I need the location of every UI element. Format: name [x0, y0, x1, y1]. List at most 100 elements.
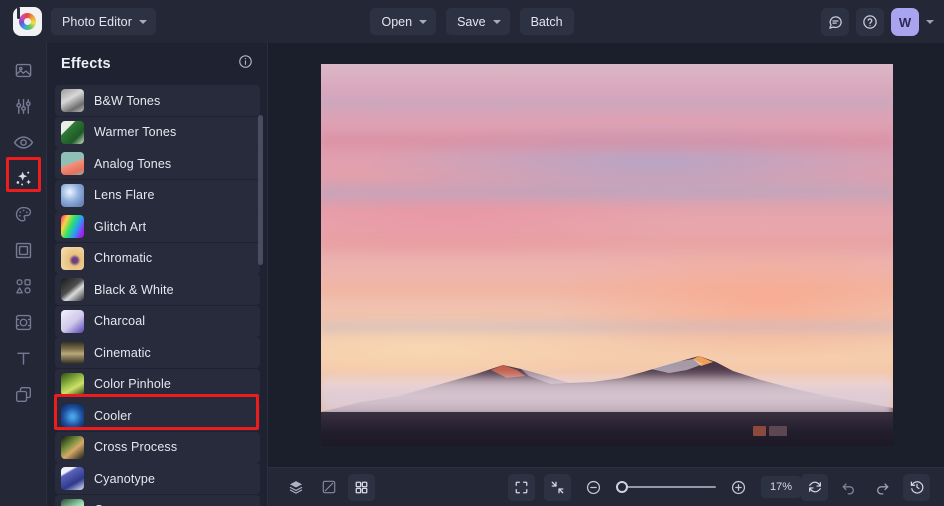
rail-item-overlays[interactable]: [0, 304, 47, 340]
cinematic-film-thumb: [61, 341, 84, 364]
effect-row-grunge[interactable]: Grunge: [55, 495, 260, 506]
effects-panel: Effects B&W Tones Warmer Tones Analog Tone…: [47, 43, 268, 506]
effect-row-cross-process[interactable]: Cross Process: [55, 432, 260, 463]
info-circle-icon[interactable]: [238, 54, 253, 74]
effect-row-chromatic[interactable]: Chromatic: [55, 243, 260, 274]
rail-item-frames[interactable]: [0, 232, 47, 268]
zoom-slider[interactable]: [616, 480, 716, 494]
green-pinhole-thumb: [61, 373, 84, 396]
reset-button[interactable]: [801, 474, 828, 501]
effect-row-charcoal[interactable]: Charcoal: [55, 306, 260, 337]
layers-icon: [288, 479, 304, 495]
zoom-out-button[interactable]: [580, 474, 607, 501]
rail-item-retouch[interactable]: [0, 124, 47, 160]
grunge-thumb: [61, 499, 84, 506]
effect-row-label: Black & White: [94, 283, 174, 297]
rail-item-effects[interactable]: [0, 160, 47, 196]
undo-button[interactable]: [835, 474, 862, 501]
effect-row-glitch-art[interactable]: Glitch Art: [55, 211, 260, 242]
effect-row-label: Glitch Art: [94, 220, 146, 234]
reset-rotate-icon: [807, 479, 823, 495]
shrink-button[interactable]: [544, 474, 571, 501]
palette-icon: [14, 205, 33, 224]
rail-item-layers[interactable]: [0, 376, 47, 412]
top-toolbar: Photo Editor Open Save Batch: [0, 0, 944, 43]
effect-row-lens-flare[interactable]: Lens Flare: [55, 180, 260, 211]
compare-button[interactable]: [315, 474, 342, 501]
canvas-stage[interactable]: [268, 43, 944, 467]
tool-rail: [0, 43, 47, 506]
chevron-down-icon: [493, 20, 501, 24]
effect-row-cyanotype[interactable]: Cyanotype: [55, 463, 260, 494]
effect-row-label: Analog Tones: [94, 157, 171, 171]
zoom-in-button[interactable]: [725, 474, 752, 501]
zoom-slider-handle[interactable]: [616, 481, 628, 493]
chevron-down-icon: [139, 20, 147, 24]
app-logo[interactable]: [13, 7, 42, 36]
fit-screen-icon: [514, 480, 529, 495]
zoom-slider-track: [616, 486, 716, 488]
effect-row-warmer-tones[interactable]: Warmer Tones: [55, 117, 260, 148]
bw-swan-thumb: [61, 278, 84, 301]
feedback-button[interactable]: [821, 8, 849, 36]
open-button[interactable]: Open: [370, 8, 436, 35]
save-button[interactable]: Save: [446, 8, 510, 35]
chat-bubble-icon: [828, 15, 843, 30]
cyanotype-fern-thumb: [61, 467, 84, 490]
effect-row-cooler[interactable]: Cooler: [55, 400, 260, 431]
rail-item-elements[interactable]: [0, 268, 47, 304]
open-button-label: Open: [381, 15, 412, 29]
module-switcher-photo-editor[interactable]: Photo Editor: [51, 8, 156, 35]
grid-view-button[interactable]: [348, 474, 375, 501]
rail-item-image[interactable]: [0, 52, 47, 88]
blue-flare-thumb: [61, 184, 84, 207]
effect-row-label: Warmer Tones: [94, 125, 176, 139]
effect-row-label: Lens Flare: [94, 188, 155, 202]
zoom-plus-icon: [730, 479, 747, 496]
effect-row-label: Color Pinhole: [94, 377, 171, 391]
focus-icon: [14, 313, 33, 332]
redo-button[interactable]: [869, 474, 896, 501]
effect-row-label: B&W Tones: [94, 94, 160, 108]
zoom-level-value[interactable]: 17%: [761, 476, 801, 498]
history-clock-icon: [909, 479, 925, 495]
frame-icon: [14, 241, 33, 260]
rainbow-glitch-thumb: [61, 215, 84, 238]
module-switcher-label: Photo Editor: [62, 15, 132, 29]
effect-row-cinematic[interactable]: Cinematic: [55, 337, 260, 368]
shrink-icon: [550, 480, 565, 495]
rail-item-adjust[interactable]: [0, 88, 47, 124]
bw-portrait-thumb: [61, 89, 84, 112]
effects-list[interactable]: B&W Tones Warmer Tones Analog Tones Lens Fl…: [47, 85, 268, 506]
help-button[interactable]: [856, 8, 884, 36]
rail-item-text[interactable]: [0, 340, 47, 376]
layers-button[interactable]: [282, 474, 309, 501]
effect-row-black-white[interactable]: Black & White: [55, 274, 260, 305]
colorwheel-logo-icon: [19, 13, 36, 30]
flamingo-thumb: [61, 152, 84, 175]
charcoal-sketch-thumb: [61, 310, 84, 333]
effect-row-label: Cross Process: [94, 440, 177, 454]
undo-arrow-icon: [840, 479, 857, 496]
building-speck: [753, 426, 766, 436]
help-circle-icon: [862, 14, 878, 30]
effect-row-b-w-tones[interactable]: B&W Tones: [55, 85, 260, 116]
cloud-band: [321, 126, 893, 156]
effect-row-label: Cinematic: [94, 346, 151, 360]
account-chevron-down-icon[interactable]: [926, 20, 934, 24]
effects-panel-header: Effects: [47, 43, 267, 85]
history-button[interactable]: [903, 474, 930, 501]
effects-scrollbar[interactable]: [258, 115, 263, 265]
rail-item-paint[interactable]: [0, 196, 47, 232]
fit-to-screen-button[interactable]: [508, 474, 535, 501]
effect-row-label: Cooler: [94, 409, 132, 423]
user-avatar[interactable]: W: [891, 8, 919, 36]
effect-row-color-pinhole[interactable]: Color Pinhole: [55, 369, 260, 400]
cloud-band: [321, 90, 893, 116]
photo-canvas[interactable]: [321, 64, 893, 446]
chevron-down-icon: [419, 20, 427, 24]
effect-row-analog-tones[interactable]: Analog Tones: [55, 148, 260, 179]
green-leaf-thumb: [61, 121, 84, 144]
batch-button[interactable]: Batch: [520, 8, 574, 35]
zoom-minus-icon: [585, 479, 602, 496]
